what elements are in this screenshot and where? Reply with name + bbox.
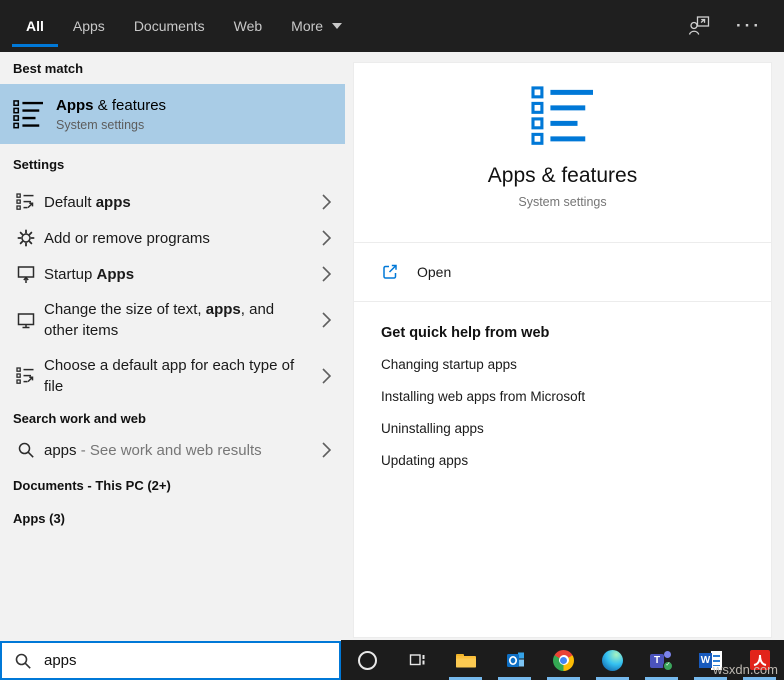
settings-item-label: Add or remove programs xyxy=(44,228,296,249)
settings-item-label: Default apps xyxy=(44,192,296,213)
settings-item-label: Startup Apps xyxy=(44,264,296,285)
tab-documents[interactable]: Documents xyxy=(122,0,217,52)
best-match-header: Best match xyxy=(0,52,345,84)
task-view-icon[interactable] xyxy=(392,640,441,680)
web-search-label: apps - See work and web results xyxy=(44,440,296,461)
help-link-changing-startup-apps[interactable]: Changing startup apps xyxy=(381,348,771,380)
apps-features-list-icon xyxy=(13,100,44,129)
open-external-icon xyxy=(381,263,399,281)
preview-card: Apps & features System settings Open Get… xyxy=(353,62,772,638)
apps-group-header[interactable]: Apps (3) xyxy=(0,502,345,534)
chevron-right-icon xyxy=(322,442,331,458)
chevron-down-icon xyxy=(332,23,342,29)
settings-header: Settings xyxy=(0,144,345,184)
chevron-right-icon xyxy=(322,368,331,384)
search-icon xyxy=(16,440,36,460)
windows-search-flyout: All Apps Documents Web More ··· Best mat… xyxy=(0,0,784,680)
help-link-installing-web-apps[interactable]: Installing web apps from Microsoft xyxy=(381,380,771,412)
open-action-label: Open xyxy=(417,264,451,280)
apps-features-list-icon xyxy=(530,86,596,146)
file-explorer-icon[interactable] xyxy=(441,640,490,680)
startup-apps-icon xyxy=(16,264,36,284)
settings-item-startup-apps[interactable]: Startup Apps xyxy=(0,256,345,292)
search-results-pane: Best match xyxy=(0,52,345,680)
settings-item-choose-default-app[interactable]: Choose a default app for each type of fi… xyxy=(0,348,345,404)
feedback-icon[interactable] xyxy=(688,16,710,36)
display-icon xyxy=(16,310,36,330)
settings-item-add-remove-programs[interactable]: Add or remove programs xyxy=(0,220,345,256)
help-link-uninstalling-apps[interactable]: Uninstalling apps xyxy=(381,412,771,444)
cortana-icon[interactable] xyxy=(343,640,392,680)
best-match-subtitle: System settings xyxy=(56,118,166,132)
tab-web[interactable]: Web xyxy=(222,0,275,52)
tab-apps[interactable]: Apps xyxy=(61,0,117,52)
taskbar: T ✓ W wsxdn.com xyxy=(341,640,784,680)
edge-icon[interactable] xyxy=(588,640,637,680)
search-input[interactable] xyxy=(44,652,304,669)
tab-all[interactable]: All xyxy=(14,0,56,52)
chevron-right-icon xyxy=(322,312,331,328)
gear-icon xyxy=(16,228,36,248)
search-work-web-header: Search work and web xyxy=(0,404,345,432)
tab-more[interactable]: More xyxy=(279,0,354,52)
taskbar-search-box[interactable] xyxy=(0,641,341,680)
documents-group-header[interactable]: Documents - This PC (2+) xyxy=(0,468,345,502)
default-apps-icon xyxy=(16,192,36,212)
chevron-right-icon xyxy=(322,194,331,210)
help-link-updating-apps[interactable]: Updating apps xyxy=(381,444,771,476)
search-filter-bar: All Apps Documents Web More ··· xyxy=(0,0,784,52)
chevron-right-icon xyxy=(322,230,331,246)
settings-item-change-size[interactable]: Change the size of text, apps, and other… xyxy=(0,292,345,348)
preview-title: Apps & features xyxy=(354,164,771,188)
preview-subtitle: System settings xyxy=(354,195,771,209)
default-apps-icon xyxy=(16,366,36,386)
settings-item-default-apps[interactable]: Default apps xyxy=(0,184,345,220)
best-match-title: Apps & features xyxy=(56,97,166,114)
preview-pane: Apps & features System settings Open Get… xyxy=(345,52,784,640)
web-search-result-apps[interactable]: apps - See work and web results xyxy=(0,432,345,468)
best-match-result-apps-features[interactable]: Apps & features System settings xyxy=(0,84,345,144)
open-action[interactable]: Open xyxy=(354,243,771,302)
settings-item-label: Change the size of text, apps, and other… xyxy=(44,299,296,341)
chevron-right-icon xyxy=(322,266,331,282)
watermark: wsxdn.com xyxy=(713,662,778,677)
settings-item-label: Choose a default app for each type of fi… xyxy=(44,355,296,397)
teams-icon[interactable]: T ✓ xyxy=(637,640,686,680)
chrome-icon[interactable] xyxy=(539,640,588,680)
search-icon xyxy=(14,652,32,670)
more-options-icon[interactable]: ··· xyxy=(736,21,762,31)
quick-help-header: Get quick help from web xyxy=(381,325,771,341)
tab-more-label: More xyxy=(291,18,323,34)
outlook-icon[interactable] xyxy=(490,640,539,680)
